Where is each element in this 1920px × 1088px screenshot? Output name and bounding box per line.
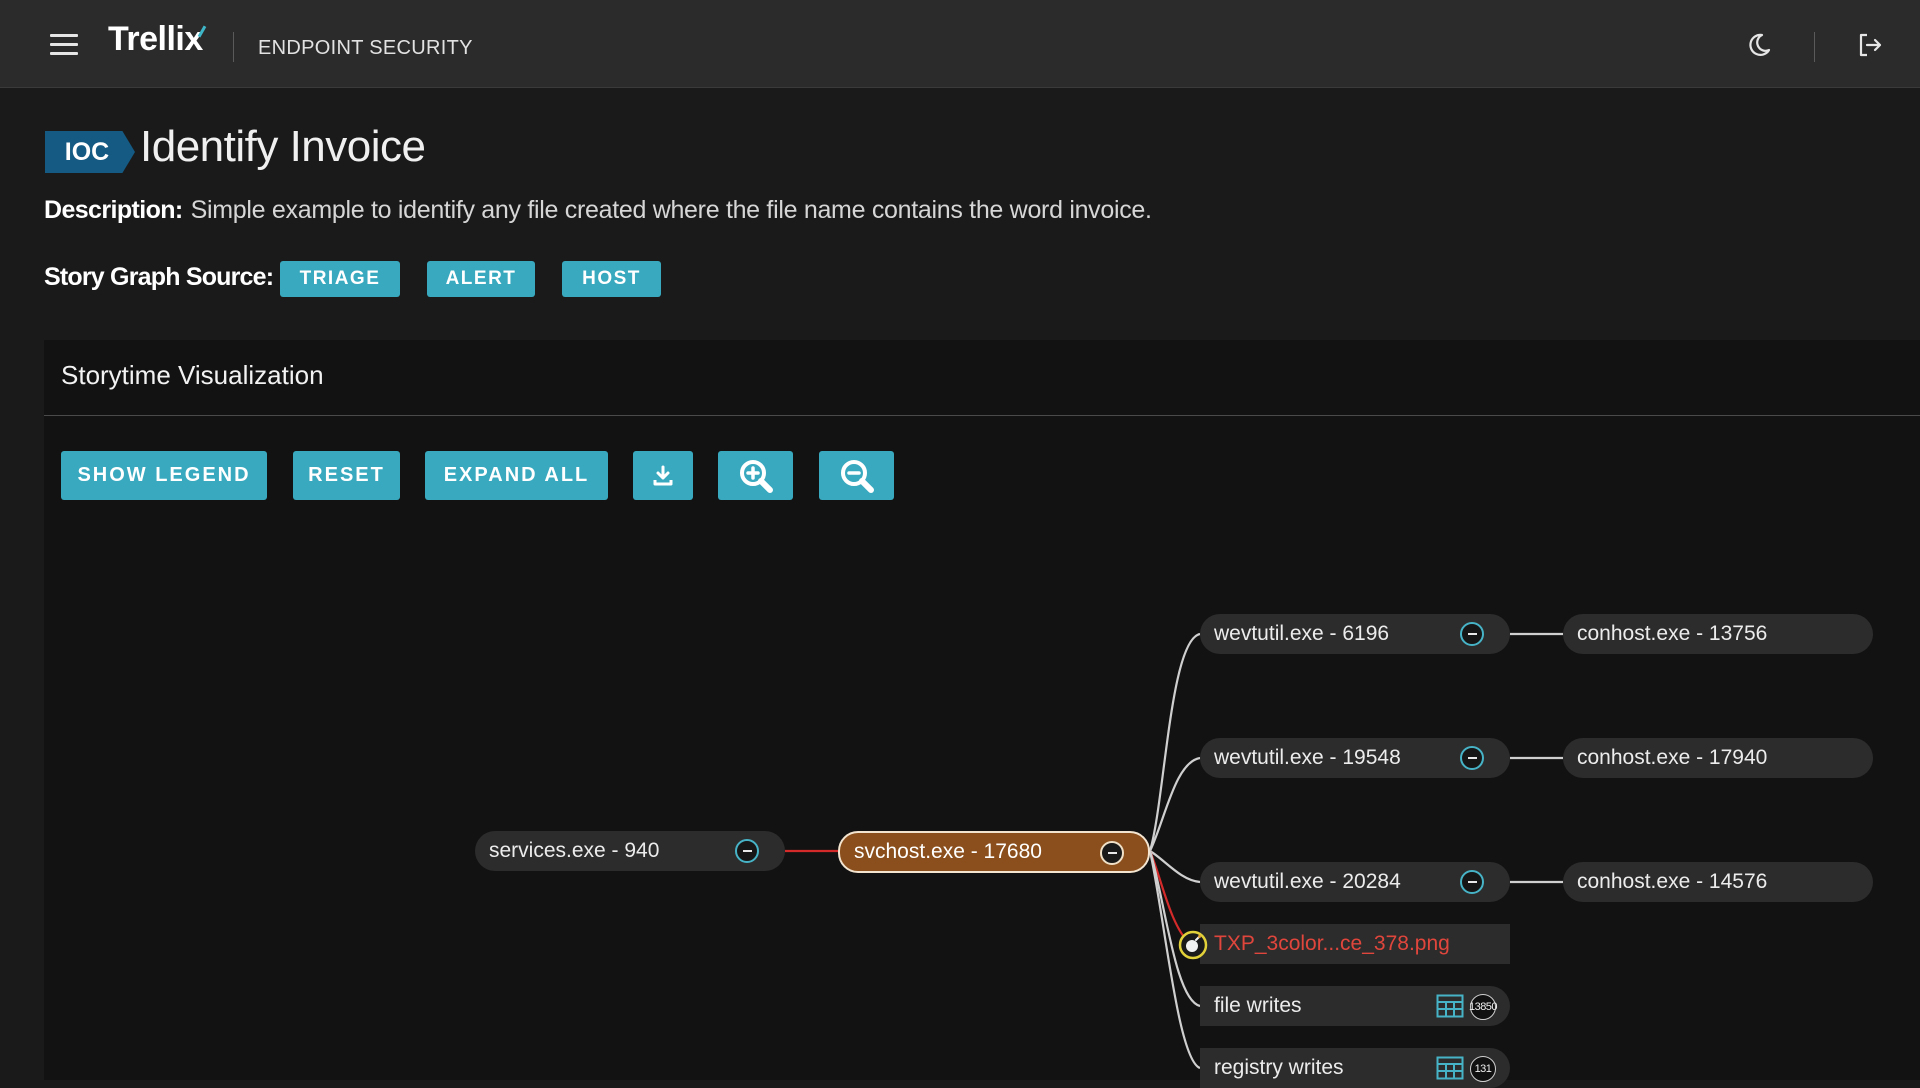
download-icon <box>653 465 673 485</box>
table-icon[interactable] <box>1436 994 1464 1018</box>
collapse-icon[interactable] <box>1460 746 1484 770</box>
product-name: ENDPOINT SECURITY <box>258 37 473 59</box>
file-writes-count-badge: 13850 <box>1469 994 1498 1020</box>
reset-button[interactable]: RESET <box>293 451 400 500</box>
graph-node-services[interactable]: services.exe - 940 <box>475 831 785 871</box>
divider <box>44 415 1920 416</box>
graph-node-wevtutil-20284[interactable]: wevtutil.exe - 20284 <box>1200 862 1510 902</box>
zoom-out-icon <box>840 459 874 493</box>
graph-node-conhost-17940[interactable]: conhost.exe - 17940 <box>1563 738 1873 778</box>
collapse-icon[interactable] <box>1460 622 1484 646</box>
divider <box>1814 32 1815 62</box>
node-label: wevtutil.exe - 6196 <box>1214 622 1390 645</box>
page-title: Identify Invoice <box>140 122 426 171</box>
graph-node-svchost[interactable]: svchost.exe - 17680 <box>838 831 1150 873</box>
node-label: TXP_3color...ce_378.png <box>1214 932 1450 955</box>
node-label: conhost.exe - 13756 <box>1577 622 1768 645</box>
graph-node-wevtutil-19548[interactable]: wevtutil.exe - 19548 <box>1200 738 1510 778</box>
table-icon[interactable] <box>1436 1056 1464 1080</box>
top-bar: Trellix ENDPOINT SECURITY <box>0 0 1920 88</box>
registry-writes-count-badge: 131 <box>1470 1056 1496 1082</box>
storytime-panel: Storytime Visualization SHOW LEGEND RESE… <box>44 340 1920 1080</box>
node-label: services.exe - 940 <box>489 839 660 862</box>
description: Description: Simple example to identify a… <box>44 196 1152 225</box>
graph-node-registry-writes[interactable]: registry writes 131 <box>1200 1048 1510 1088</box>
node-label: wevtutil.exe - 20284 <box>1214 870 1401 893</box>
divider <box>233 32 234 62</box>
description-label: Description: <box>44 196 183 224</box>
zoom-in-button[interactable] <box>718 451 793 500</box>
graph-node-conhost-13756[interactable]: conhost.exe - 13756 <box>1563 614 1873 654</box>
story-graph-source-label: Story Graph Source: <box>44 263 274 291</box>
alert-file-icon <box>1178 930 1208 960</box>
menu-icon[interactable] <box>50 34 78 56</box>
node-label: conhost.exe - 14576 <box>1577 870 1768 893</box>
graph-node-conhost-14576[interactable]: conhost.exe - 14576 <box>1563 862 1873 902</box>
source-alert-button[interactable]: ALERT <box>427 261 535 297</box>
node-label: conhost.exe - 17940 <box>1577 746 1768 769</box>
source-triage-button[interactable]: TRIAGE <box>280 261 400 297</box>
graph-node-file-alert[interactable]: TXP_3color...ce_378.png <box>1178 924 1510 964</box>
description-text: Simple example to identify any file crea… <box>190 196 1152 224</box>
collapse-icon[interactable] <box>735 839 759 863</box>
node-label: svchost.exe - 17680 <box>854 840 1042 863</box>
node-label: file writes <box>1214 994 1302 1017</box>
graph-node-file-writes[interactable]: file writes 13850 <box>1200 986 1510 1026</box>
show-legend-button[interactable]: SHOW LEGEND <box>61 451 267 500</box>
graph-node-wevtutil-6196[interactable]: wevtutil.exe - 6196 <box>1200 614 1510 654</box>
logout-icon[interactable] <box>1855 30 1885 60</box>
node-label: wevtutil.exe - 19548 <box>1214 746 1401 769</box>
expand-all-button[interactable]: EXPAND ALL <box>425 451 608 500</box>
brand-logo: Trellix <box>108 20 203 58</box>
download-button[interactable] <box>633 451 693 500</box>
ioc-badge: IOC <box>45 131 135 173</box>
source-host-button[interactable]: HOST <box>562 261 661 297</box>
moon-icon[interactable] <box>1744 30 1774 60</box>
node-label: registry writes <box>1214 1056 1344 1079</box>
zoom-in-icon <box>739 459 773 493</box>
collapse-icon[interactable] <box>1100 841 1124 865</box>
collapse-icon[interactable] <box>1460 870 1484 894</box>
panel-title: Storytime Visualization <box>61 360 324 390</box>
zoom-out-button[interactable] <box>819 451 894 500</box>
